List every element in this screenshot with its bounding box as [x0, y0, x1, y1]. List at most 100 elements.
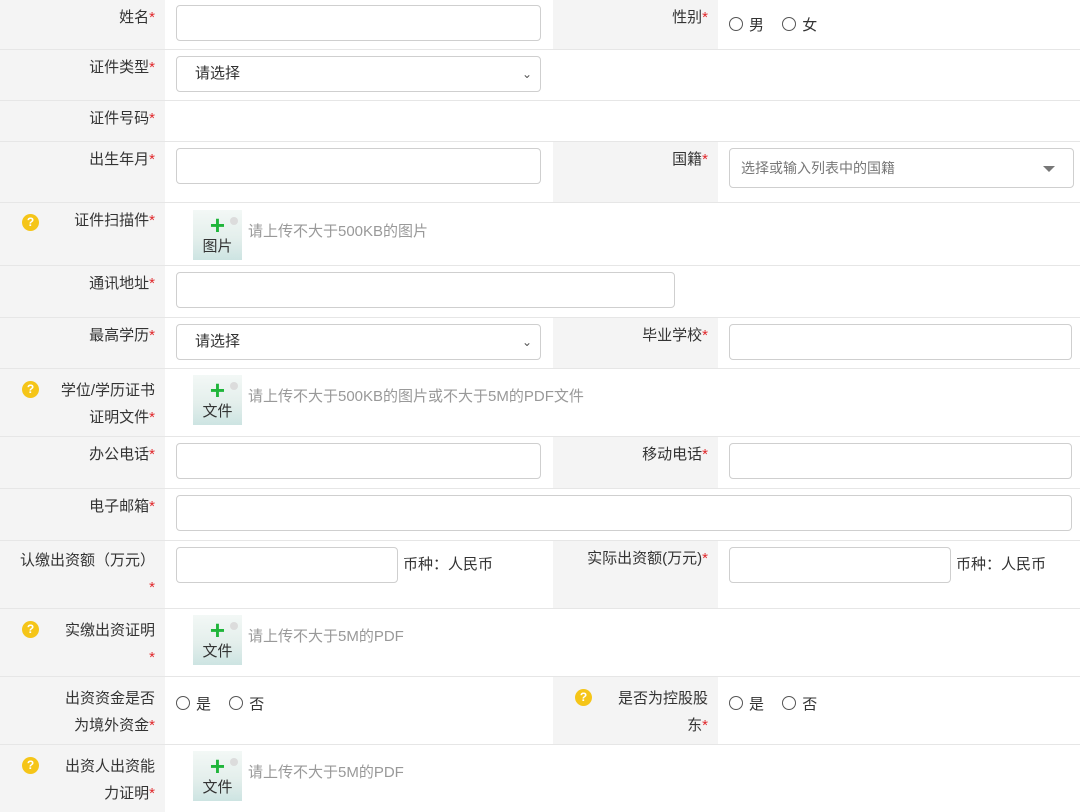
overseas-option-yes[interactable]: 是 — [176, 693, 211, 717]
education-select[interactable]: 请选择 ⌄ — [176, 324, 541, 360]
school-input[interactable] — [729, 324, 1072, 360]
row-id-number: 证件号码* — [0, 101, 1080, 142]
required-mark: * — [149, 110, 155, 127]
address-input[interactable] — [176, 272, 675, 308]
education-label: 最高学历* — [0, 318, 165, 368]
dot-icon — [230, 758, 238, 766]
required-mark: * — [149, 409, 155, 426]
row-phones: 办公电话* 移动电话* — [0, 437, 1080, 489]
radio-icon[interactable] — [229, 696, 244, 710]
controlling-option-yes[interactable]: 是 — [729, 693, 764, 717]
paid-proof-upload-button[interactable]: + 文件 — [193, 615, 242, 665]
question-circle-icon[interactable]: ? — [575, 689, 592, 706]
dot-icon — [230, 382, 238, 390]
gender-option-female[interactable]: 女 — [782, 14, 817, 38]
address-label: 通讯地址* — [0, 266, 165, 317]
actual-capital-label: 实际出资额(万元)* — [553, 541, 718, 608]
required-mark: * — [702, 446, 708, 463]
gender-option-male[interactable]: 男 — [729, 14, 764, 38]
email-label: 电子邮箱* — [0, 489, 165, 540]
required-mark: * — [149, 579, 155, 596]
chevron-down-icon: ⌄ — [521, 335, 532, 349]
row-id-scan: 证件扫描件* ? + 图片 请上传不大于500KB的图片 — [0, 203, 1080, 266]
row-name-gender: 姓名* 性别* 男 女 — [0, 0, 1080, 50]
school-label: 毕业学校* — [553, 318, 718, 368]
gender-label: 性别* — [553, 0, 718, 49]
overseas-funds-label: 出资资金是否 为境外资金* — [0, 677, 165, 744]
required-mark: * — [149, 59, 155, 76]
email-input[interactable] — [176, 495, 1072, 531]
chevron-down-icon: ⌄ — [521, 67, 532, 81]
required-mark: * — [149, 446, 155, 463]
radio-icon[interactable] — [729, 696, 743, 710]
question-circle-icon[interactable]: ? — [22, 757, 39, 774]
birth-label: 出生年月* — [0, 142, 165, 202]
required-mark: * — [149, 327, 155, 344]
dot-icon — [230, 217, 238, 225]
controlling-option-no[interactable]: 否 — [782, 693, 817, 717]
actual-currency-text: 币种：人民币 — [956, 556, 1047, 573]
ability-proof-hint: 请上传不大于5M的PDF — [248, 764, 404, 781]
row-paid-proof: 实缴出资证明 * ? + 文件 请上传不大于5M的PDF — [0, 609, 1080, 677]
row-birth-nationality: 出生年月* 国籍* 选择或输入列表中的国籍 — [0, 142, 1080, 203]
row-capital: 认缴出资额（万元） * 币种：人民币 实际出资额(万元)* 币种：人民币 — [0, 541, 1080, 609]
required-mark: * — [149, 498, 155, 515]
paid-proof-label: 实缴出资证明 * — [0, 609, 165, 676]
required-mark: * — [149, 649, 155, 666]
id-type-label: 证件类型* — [0, 50, 165, 100]
paid-proof-hint: 请上传不大于5M的PDF — [248, 628, 404, 645]
row-ability-proof: 出资人出资能 力证明* ? + 文件 请上传不大于5M的PDF — [0, 745, 1080, 812]
birth-input[interactable] — [176, 148, 541, 184]
actual-capital-input[interactable] — [729, 547, 951, 583]
degree-cert-hint: 请上传不大于500KB的图片或不大于5M的PDF文件 — [248, 388, 584, 405]
mobile-input[interactable] — [729, 443, 1072, 479]
row-address: 通讯地址* — [0, 266, 1080, 318]
required-mark: * — [149, 717, 155, 734]
radio-icon[interactable] — [176, 696, 190, 710]
ability-proof-label: 出资人出资能 力证明* — [0, 745, 165, 812]
overseas-funds-radio-group: 是 否 — [176, 693, 278, 717]
id-type-select[interactable]: 请选择 ⌄ — [176, 56, 541, 92]
radio-icon[interactable] — [782, 17, 797, 31]
required-mark: * — [149, 785, 155, 802]
required-mark: * — [702, 9, 708, 26]
overseas-option-no[interactable]: 否 — [229, 693, 264, 717]
office-phone-input[interactable] — [176, 443, 541, 479]
row-overseas-controlling: 出资资金是否 为境外资金* 是 否 是否为控股股 东* ? 是 否 — [0, 677, 1080, 745]
ability-proof-upload-button[interactable]: + 文件 — [193, 751, 242, 801]
required-mark: * — [702, 327, 708, 344]
radio-icon[interactable] — [729, 17, 743, 31]
degree-cert-upload-button[interactable]: + 文件 — [193, 375, 242, 425]
caret-down-icon — [1043, 166, 1055, 172]
name-label: 姓名* — [0, 0, 165, 49]
id-number-label: 证件号码* — [0, 101, 165, 141]
subscribed-capital-input[interactable] — [176, 547, 398, 583]
row-degree-cert: 学位/学历证书 证明文件* ? + 文件 请上传不大于500KB的图片或不大于5M的… — [0, 369, 1080, 437]
id-scan-upload-button[interactable]: + 图片 — [193, 210, 242, 260]
nationality-label: 国籍* — [553, 142, 718, 202]
subscribed-capital-label: 认缴出资额（万元） * — [0, 541, 165, 608]
required-mark: * — [149, 9, 155, 26]
required-mark: * — [149, 212, 155, 229]
row-email: 电子邮箱* — [0, 489, 1080, 541]
office-phone-label: 办公电话* — [0, 437, 165, 488]
dot-icon — [230, 622, 238, 630]
id-scan-hint: 请上传不大于500KB的图片 — [248, 223, 429, 240]
row-id-type: 证件类型* 请选择 ⌄ — [0, 50, 1080, 101]
required-mark: * — [149, 275, 155, 292]
question-circle-icon[interactable]: ? — [22, 214, 39, 231]
question-circle-icon[interactable]: ? — [22, 381, 39, 398]
row-education-school: 最高学历* 请选择 ⌄ 毕业学校* — [0, 318, 1080, 369]
required-mark: * — [702, 717, 708, 734]
degree-cert-label: 学位/学历证书 证明文件* — [0, 369, 165, 436]
subscribed-currency-text: 币种：人民币 — [403, 556, 494, 573]
mobile-label: 移动电话* — [553, 437, 718, 488]
name-input[interactable] — [176, 5, 541, 41]
id-scan-label: 证件扫描件* — [0, 203, 165, 265]
question-circle-icon[interactable]: ? — [22, 621, 39, 638]
controlling-label: 是否为控股股 东* — [553, 677, 718, 744]
radio-icon[interactable] — [782, 696, 797, 710]
nationality-combobox[interactable]: 选择或输入列表中的国籍 — [729, 148, 1074, 188]
gender-radio-group: 男 女 — [729, 14, 831, 38]
required-mark: * — [149, 151, 155, 168]
